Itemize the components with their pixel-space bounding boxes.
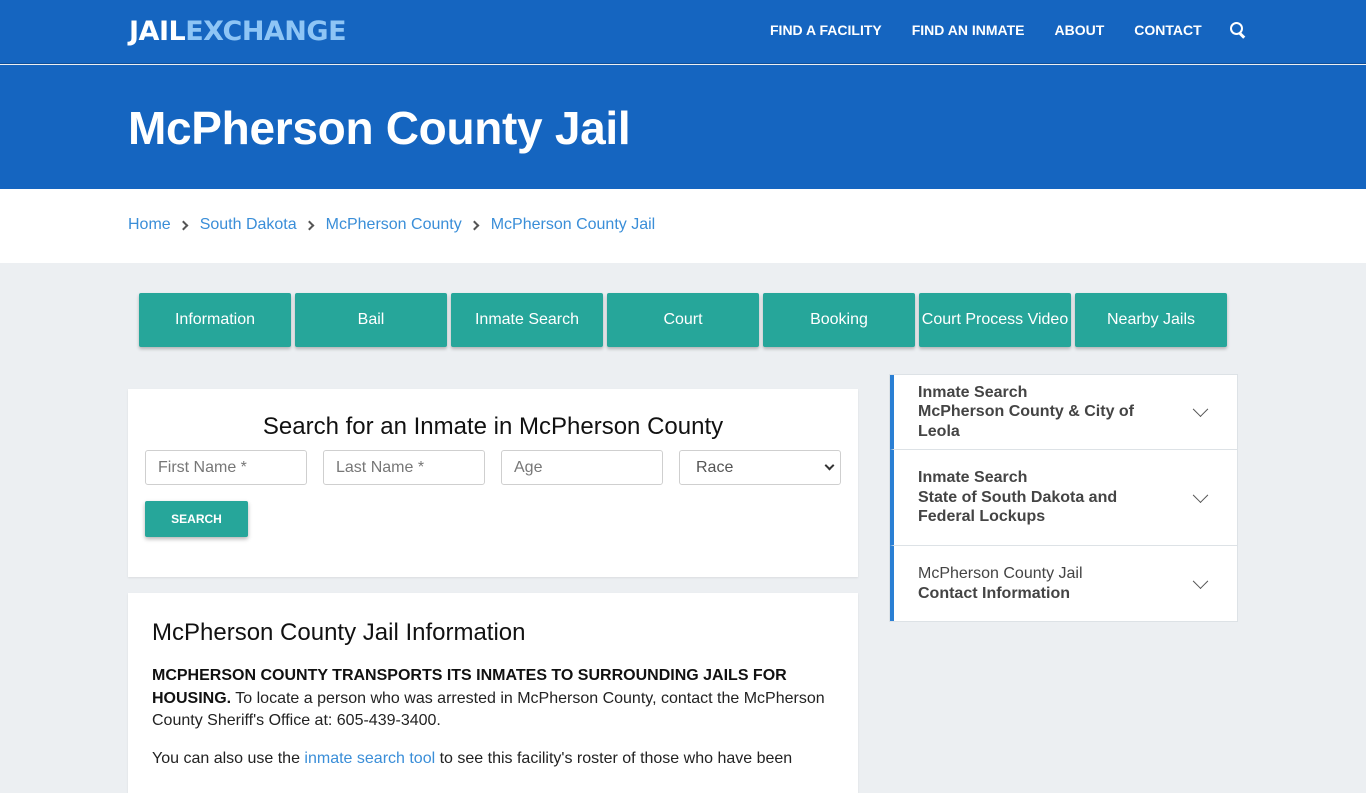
accordion-sublabel: McPherson County & City of Leola [918, 403, 1135, 440]
accordion-state-inmate-search[interactable]: Inmate Search State of South Dakota and … [890, 450, 1237, 546]
breadcrumb-state[interactable]: South Dakota [200, 216, 297, 234]
nav-find-facility[interactable]: FIND A FACILITY [770, 22, 882, 38]
tab-court-process-video[interactable]: Court Process Video [919, 293, 1071, 347]
accordion-label: Inmate Search [918, 383, 1028, 401]
chevron-down-icon [1192, 486, 1209, 503]
accordion-county-inmate-search[interactable]: Inmate Search McPherson County & City of… [890, 375, 1237, 450]
section-tabs: Information Bail Inmate Search Court Boo… [139, 293, 1231, 347]
age-input[interactable] [501, 450, 663, 485]
info-text: You can also use the [152, 750, 305, 767]
logo-text-exchange: EXCHANGE [185, 16, 347, 47]
top-navbar: JAILEXCHANGE FIND A FACILITY FIND AN INM… [0, 0, 1366, 64]
sidebar-accordion: Inmate Search McPherson County & City of… [889, 374, 1238, 622]
jail-info-card: McPherson County Jail Information MCPHER… [128, 593, 858, 793]
first-name-input[interactable] [145, 450, 307, 485]
search-title: Search for an Inmate in McPherson County [262, 413, 724, 440]
accordion-label: McPherson County Jail [918, 565, 1083, 582]
breadcrumb-county[interactable]: McPherson County [326, 216, 462, 234]
breadcrumb: Home South Dakota McPherson County McPhe… [0, 189, 1366, 263]
breadcrumb-home[interactable]: Home [128, 216, 171, 234]
race-select-wrapper: Race [679, 450, 841, 485]
last-name-input[interactable] [323, 450, 485, 485]
accordion-contact-information[interactable]: McPherson County Jail Contact Informatio… [890, 546, 1237, 621]
nav-find-inmate[interactable]: FIND AN INMATE [912, 22, 1025, 38]
inmate-search-card: Search for an Inmate in McPherson County… [128, 389, 858, 577]
accordion-label: Inmate Search [918, 469, 1028, 487]
chevron-down-icon [1192, 401, 1209, 418]
page-title: McPherson County Jail [128, 102, 631, 154]
tab-nearby-jails[interactable]: Nearby Jails [1075, 293, 1227, 347]
nav-about[interactable]: ABOUT [1055, 22, 1105, 38]
accordion-sublabel: Contact Information [918, 584, 1070, 602]
inmate-search-tool-link[interactable]: inmate search tool [304, 750, 435, 767]
nav-contact[interactable]: CONTACT [1134, 22, 1201, 38]
chevron-down-icon [1192, 572, 1209, 589]
tab-bail[interactable]: Bail [295, 293, 447, 347]
info-text: to see this facility's roster of those w… [435, 750, 793, 767]
info-text: To locate a person who was arrested in M… [152, 689, 825, 730]
breadcrumb-current[interactable]: McPherson County Jail [491, 216, 656, 234]
site-logo[interactable]: JAILEXCHANGE [129, 16, 347, 47]
chevron-right-icon [469, 220, 480, 230]
chevron-right-icon [304, 220, 315, 230]
info-paragraph-1: MCPHERSON COUNTY TRANSPORTS ITS INMATES … [152, 665, 832, 733]
tab-inmate-search[interactable]: Inmate Search [451, 293, 603, 347]
page-header: McPherson County Jail [0, 65, 1366, 189]
info-title: McPherson County Jail Information [152, 619, 526, 646]
accordion-sublabel: State of South Dakota and Federal Lockup… [918, 488, 1118, 526]
tab-booking[interactable]: Booking [763, 293, 915, 347]
race-select[interactable]: Race [679, 450, 841, 485]
logo-text-jail: JAIL [129, 16, 186, 47]
chevron-right-icon [178, 220, 189, 230]
search-button[interactable]: SEARCH [145, 501, 248, 537]
main-menu: FIND A FACILITY FIND AN INMATE ABOUT CON… [770, 22, 1246, 38]
tab-information[interactable]: Information [139, 293, 291, 347]
tab-court[interactable]: Court [607, 293, 759, 347]
search-icon[interactable] [1229, 22, 1246, 38]
info-paragraph-2: You can also use the inmate search tool … [152, 748, 832, 771]
